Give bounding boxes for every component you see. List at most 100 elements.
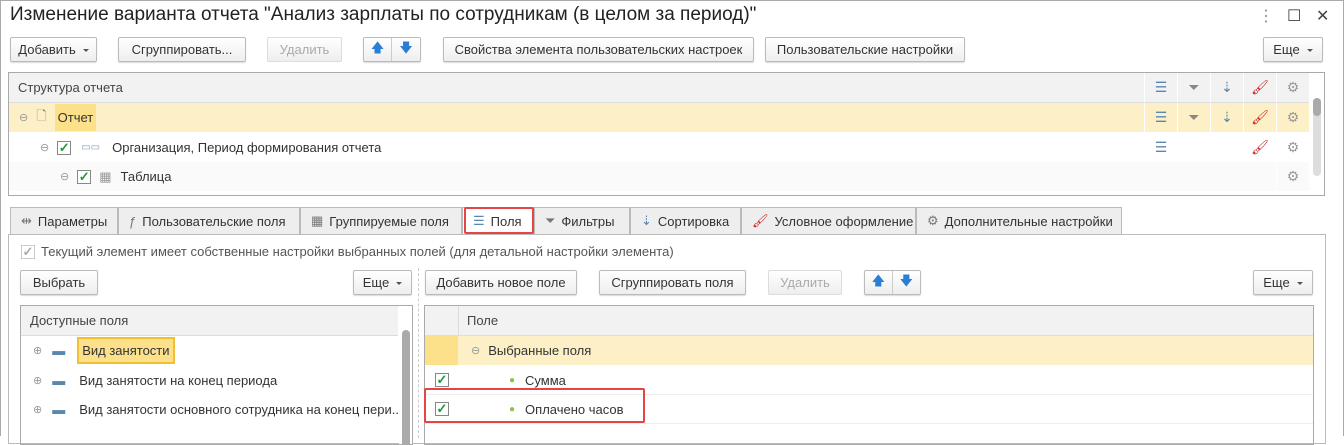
selected-field-row[interactable]: ✓ ● Оплачено часов — [425, 395, 1313, 424]
window-title: Изменение варианта отчета "Анализ зарпла… — [10, 4, 757, 25]
maximize-button[interactable]: ☐ — [1287, 6, 1301, 26]
checkbox[interactable]: ✓ — [435, 401, 449, 416]
more-button[interactable]: Еще — [1263, 37, 1323, 62]
scrollbar-thumb[interactable] — [1313, 98, 1321, 116]
move-buttons: 🡅 🡇 — [363, 37, 421, 62]
filter-icon: ⏷ — [545, 213, 556, 228]
more-menu-icon[interactable]: ⋮ — [1258, 6, 1274, 26]
table-icon: ▦ — [99, 168, 112, 184]
selected-field-row[interactable]: ✓ ● Сумма — [425, 366, 1313, 395]
available-field-item[interactable]: ⊕ ▬ Вид занятости на конец периода — [21, 366, 277, 395]
add-new-field-button[interactable]: Добавить новое поле — [425, 270, 577, 295]
tab-label: Параметры — [37, 213, 108, 229]
delete-button[interactable]: Удалить — [267, 37, 342, 62]
tab-filters[interactable]: ⏷ Фильтры — [534, 207, 630, 235]
grouping-icon: ▭▭ — [81, 142, 101, 153]
add-label: Добавить — [18, 42, 76, 57]
settings-column-icon: ⚙ — [1276, 73, 1309, 102]
tab-conditional-format[interactable]: 🖌 Условное оформление — [741, 207, 916, 235]
tab-grouping-fields[interactable]: ▦ Группируемые поля — [300, 207, 462, 235]
field-label: Вид занятости на конец периода — [79, 373, 278, 388]
group-label: Выбранные поля — [488, 343, 592, 358]
settings-icon[interactable]: ⚙ — [1276, 133, 1309, 162]
delete-field-button[interactable]: Удалить — [768, 270, 842, 295]
tab-label: Фильтры — [561, 213, 615, 229]
filter-icon[interactable]: ⏷ — [1177, 103, 1210, 132]
user-fields-icon: ƒ — [129, 213, 137, 229]
close-button[interactable]: ✕ — [1316, 6, 1329, 26]
add-button[interactable]: Добавить — [10, 37, 97, 62]
group-button[interactable]: Сгруппировать... — [118, 37, 246, 62]
field-label: Оплачено часов — [525, 401, 624, 417]
own-settings-checkbox[interactable]: ✓ Текущий элемент имеет собственные наст… — [21, 244, 674, 259]
tree-row-report[interactable]: ⊖ 🗋 Отчет — [9, 103, 1309, 132]
tab-fields[interactable]: ☰ Поля — [462, 207, 534, 235]
available-field-item[interactable]: ⊕ ▬ Вид занятости — [21, 336, 175, 365]
collapse-icon[interactable]: ⊖ — [471, 344, 480, 357]
tree-row-grouping[interactable]: ⊖ ✓ ▭▭ Организация, Период формирования … — [9, 133, 1309, 162]
conditional-format-icon[interactable]: 🖌 — [1243, 103, 1276, 132]
field-column-header: Поле — [425, 306, 1313, 336]
field-label: Вид занятости основного сотрудника на ко… — [79, 402, 403, 417]
available-field-item[interactable]: ⊕ ▬ Вид занятости основного сотрудника на… — [21, 395, 403, 424]
field-move-buttons: 🡅 🡇 — [864, 270, 921, 295]
available-fields-scrollbar[interactable] — [399, 306, 412, 444]
right-more-button[interactable]: Еще — [1253, 270, 1313, 295]
move-down-button[interactable]: 🡇 — [893, 271, 920, 294]
left-more-button[interactable]: Еще — [353, 270, 412, 295]
conditional-format-icon: 🖌 — [752, 213, 769, 228]
settings-icon[interactable]: ⚙ — [1276, 162, 1309, 191]
select-button[interactable]: Выбрать — [20, 270, 98, 295]
tab-label: Группируемые поля — [329, 213, 449, 229]
resource-icon: ● — [509, 403, 516, 415]
more-label: Еще — [1273, 42, 1300, 57]
tab-label: Условное оформление — [774, 213, 914, 229]
checkbox[interactable]: ✓ — [57, 140, 72, 155]
resource-icon: ● — [509, 374, 516, 386]
conditional-format-icon[interactable]: 🖌 — [1243, 133, 1276, 162]
field-label: Вид занятости — [77, 337, 175, 364]
sort-icon[interactable]: ⇣ — [1210, 103, 1243, 132]
expand-icon[interactable]: ⊕ — [33, 374, 42, 387]
user-settings-button[interactable]: Пользовательские настройки — [765, 37, 965, 62]
expand-icon[interactable]: ⊕ — [33, 403, 42, 416]
conditional-format-column-icon: 🖌 — [1243, 73, 1276, 102]
splitter[interactable] — [418, 268, 419, 438]
move-up-button[interactable]: 🡅 — [364, 38, 393, 61]
filter-column-icon: ⏷ — [1177, 73, 1210, 102]
field-icon: ▬ — [52, 373, 66, 388]
tab-label: Пользовательские поля — [142, 213, 286, 229]
sort-icon: ⇣ — [641, 213, 652, 228]
tab-additional-settings[interactable]: ⚙ Дополнительные настройки — [916, 207, 1122, 235]
scrollbar-thumb[interactable] — [402, 330, 410, 444]
group-fields-button[interactable]: Сгруппировать поля — [599, 270, 746, 295]
collapse-icon[interactable]: ⊖ — [40, 141, 49, 154]
selected-fields-group-row[interactable]: ⊖ Выбранные поля — [425, 336, 1313, 365]
tab-label: Поля — [490, 213, 522, 229]
move-up-button[interactable]: 🡅 — [865, 271, 893, 294]
tree-row-table[interactable]: ⊖ ✓ ▦ Таблица — [9, 162, 1309, 191]
checkbox[interactable]: ✓ — [435, 372, 449, 387]
expand-icon[interactable]: ⊕ — [33, 344, 42, 357]
structure-scrollbar[interactable] — [1309, 73, 1324, 195]
report-structure-tree: Структура отчета ⊖ 🗋 Отчет ⊖ ✓ ▭▭ Органи… — [8, 72, 1325, 196]
fields-icon[interactable]: ☰ — [1144, 103, 1177, 132]
settings-icon[interactable]: ⚙ — [1276, 103, 1309, 132]
grouping-fields-icon: ▦ — [311, 213, 324, 228]
field-label: Сумма — [525, 372, 566, 388]
collapse-icon[interactable]: ⊖ — [60, 170, 69, 183]
fields-icon: ☰ — [473, 213, 485, 228]
fields-icon[interactable]: ☰ — [1144, 133, 1177, 162]
selected-fields-table: Поле ⊖ Выбранные поля ✓ ● Сумма ✓ ● Оплач… — [424, 305, 1314, 445]
row-marker — [425, 336, 458, 365]
checkbox[interactable]: ✓ — [21, 244, 35, 259]
collapse-icon[interactable]: ⊖ — [19, 111, 28, 124]
tab-user-fields[interactable]: ƒ Пользовательские поля — [118, 207, 300, 235]
move-down-button[interactable]: 🡇 — [392, 38, 420, 61]
tab-sorting[interactable]: ⇣ Сортировка — [630, 207, 741, 235]
element-properties-button[interactable]: Свойства элемента пользовательских настр… — [443, 37, 754, 62]
more-label: Еще — [1263, 275, 1290, 290]
checkbox[interactable]: ✓ — [77, 169, 92, 184]
tab-parameters[interactable]: ⇹ Параметры — [10, 207, 118, 235]
parameters-icon: ⇹ — [21, 213, 32, 228]
